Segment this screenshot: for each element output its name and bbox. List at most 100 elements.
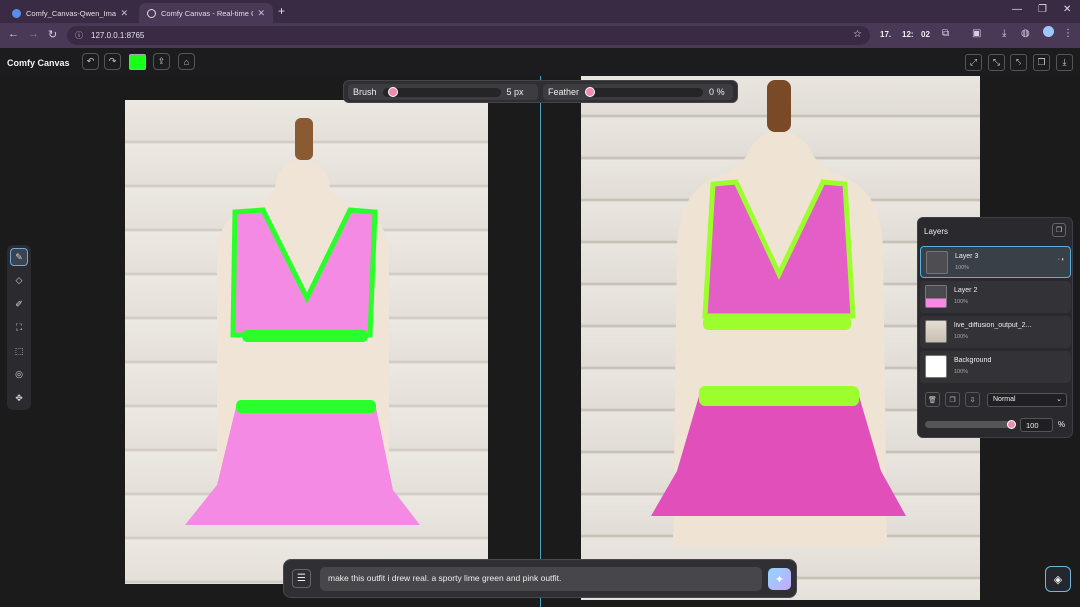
transform-tool[interactable]: ✥ [10, 389, 28, 407]
layer-name: Background [954, 357, 992, 364]
layer-opacity: 100% [954, 299, 969, 305]
brush-icon: ✎ [15, 251, 23, 262]
layer-opacity-slider[interactable] [925, 421, 1015, 428]
url-text: 127.0.0.1:8765 [91, 31, 145, 40]
feather-slider[interactable] [585, 86, 704, 97]
site-info-icon[interactable]: ⓘ [75, 30, 83, 41]
layer-opacity-input[interactable]: 100 [1020, 418, 1053, 432]
eraser-icon: ◇ [15, 274, 23, 285]
visibility-icon[interactable]: ◦ ◐ [1058, 257, 1065, 263]
delete-layer-button[interactable]: 🗑 [925, 392, 940, 407]
feather-unit: % [716, 87, 725, 97]
eraser-tool[interactable]: ◇ [10, 271, 28, 289]
layer-row[interactable]: Background 100% [920, 351, 1071, 383]
chevron-down-icon: ⌄ [1056, 396, 1062, 403]
layer-thumbnail [926, 251, 948, 274]
forward-icon[interactable]: → [28, 28, 39, 40]
extensions-icon[interactable]: ⧉ [942, 28, 949, 39]
drawing-canvas[interactable] [125, 100, 488, 584]
zoom-button[interactable]: ⤡ [988, 54, 1005, 71]
layer-row[interactable]: live_diffusion_output_2... 100% [920, 316, 1071, 348]
select-icon: ⬚ [14, 345, 24, 356]
fill-tool[interactable]: ⛶ [10, 318, 28, 336]
feather-thumb[interactable] [585, 86, 596, 97]
address-bar[interactable]: ⓘ 127.0.0.1:8765 ☆ [67, 26, 870, 45]
layer-row[interactable]: Layer 2 100% [920, 281, 1071, 313]
minimize-button[interactable]: — [1012, 4, 1022, 15]
mannequin-knob [767, 80, 791, 132]
duplicate-layer-button[interactable]: ❐ [945, 392, 960, 407]
close-window-button[interactable]: ✕ [1063, 4, 1071, 15]
brush-size-slider[interactable] [382, 86, 501, 97]
brush-size-thumb[interactable] [387, 86, 398, 97]
extension-badge-b[interactable]: 12: [902, 30, 914, 39]
arrow-down-icon: ⇩ [969, 396, 976, 404]
profile-icon[interactable]: ◍ [1021, 28, 1030, 39]
globe-icon [147, 8, 156, 18]
layers-toggle-button[interactable]: ◈ [1045, 566, 1071, 592]
layer-opacity: 100% [954, 369, 969, 375]
layer-name: live_diffusion_output_2... [954, 322, 1032, 329]
bookmark-star-icon[interactable]: ☆ [853, 29, 862, 40]
drawn-waistband [236, 400, 376, 413]
redo-icon: ↷ [108, 56, 117, 66]
undo-button[interactable]: ↶ [82, 53, 99, 70]
copy-button[interactable]: ❐ [1033, 54, 1050, 71]
brush-size-value: 5 [506, 87, 512, 97]
layer-opacity-thumb[interactable] [1007, 420, 1016, 429]
tab-comfy-canvas-qwen[interactable]: Comfy_Canvas-Qwen_Image_Ed ✕ [4, 3, 136, 23]
download-icon[interactable]: ⤓ [1002, 28, 1006, 39]
clear-icon: ⌂ [183, 56, 190, 67]
brush-tool[interactable]: ✎ [10, 248, 28, 266]
canvas-divider[interactable] [540, 76, 541, 607]
color-swatch[interactable] [129, 54, 146, 70]
sidepanel-icon[interactable]: ▣ [972, 28, 981, 39]
layer-row[interactable]: Layer 3 100% ◦ ◐ [920, 246, 1071, 278]
select-tool[interactable]: ⬚ [10, 342, 28, 360]
new-tab-button[interactable]: + [278, 4, 285, 18]
prompt-input[interactable]: make this outfit i drew real. a sporty l… [320, 567, 762, 591]
crop-icon: ⤣ [1015, 57, 1022, 67]
redo-button[interactable]: ↷ [104, 53, 121, 70]
close-tab-icon[interactable]: ✕ [257, 8, 265, 19]
brush-label: Brush [353, 87, 377, 97]
fit-button[interactable]: ⤢ [965, 54, 982, 71]
sketch-drawing [185, 118, 420, 525]
tool-rail: ✎ ◇ ✐ ⛶ ⬚ ◎ ✥ [7, 245, 31, 410]
duplicate-panel-button[interactable]: ❐ [1052, 223, 1066, 237]
brush-size-unit: px [514, 87, 524, 97]
drawn-top-band [242, 330, 368, 342]
maximize-button[interactable]: ❐ [1038, 4, 1047, 15]
undo-icon: ↶ [86, 56, 95, 66]
extension-badge-a[interactable]: 17. [880, 30, 891, 39]
app-title: Comfy Canvas [7, 58, 70, 68]
avatar[interactable] [1043, 26, 1054, 37]
menu-dots-icon[interactable]: ⋮ [1063, 28, 1073, 39]
feather-value: 0 [709, 87, 715, 97]
download-button[interactable]: ⤓ [1056, 54, 1073, 71]
close-tab-icon[interactable]: ✕ [120, 8, 128, 19]
back-icon[interactable]: ← [8, 28, 19, 40]
lasso-tool[interactable]: ◎ [10, 365, 28, 383]
extension-badge-c[interactable]: 02 [921, 30, 930, 39]
copy-icon: ❐ [1055, 227, 1063, 234]
feather-group: Feather 0 % [543, 84, 733, 100]
clear-button[interactable]: ⌂ [178, 53, 195, 70]
layer-thumbnail [925, 320, 947, 343]
blend-mode-select[interactable]: Normal ⌄ [987, 393, 1067, 407]
layers-icon: ◈ [1053, 573, 1063, 586]
prompt-menu-button[interactable]: ☰ [292, 569, 311, 588]
generated-top-band [703, 316, 851, 330]
generate-button[interactable]: ✦ [768, 568, 791, 590]
layer-opacity: 100% [954, 334, 969, 340]
export-icon: ⇪ [157, 56, 166, 66]
prompt-bar: ☰ make this outfit i drew real. a sporty… [283, 559, 797, 598]
tab-title: Comfy Canvas - Real-time Canv [161, 8, 253, 18]
tab-comfy-canvas-realtime[interactable]: Comfy Canvas - Real-time Canv ✕ [139, 3, 273, 23]
eyedropper-icon: ✐ [15, 298, 23, 309]
reload-icon[interactable]: ↻ [48, 28, 57, 41]
eyedropper-tool[interactable]: ✐ [10, 295, 28, 313]
crop-button[interactable]: ⤣ [1010, 54, 1027, 71]
merge-down-button[interactable]: ⇩ [965, 392, 980, 407]
export-button[interactable]: ⇪ [153, 53, 170, 70]
